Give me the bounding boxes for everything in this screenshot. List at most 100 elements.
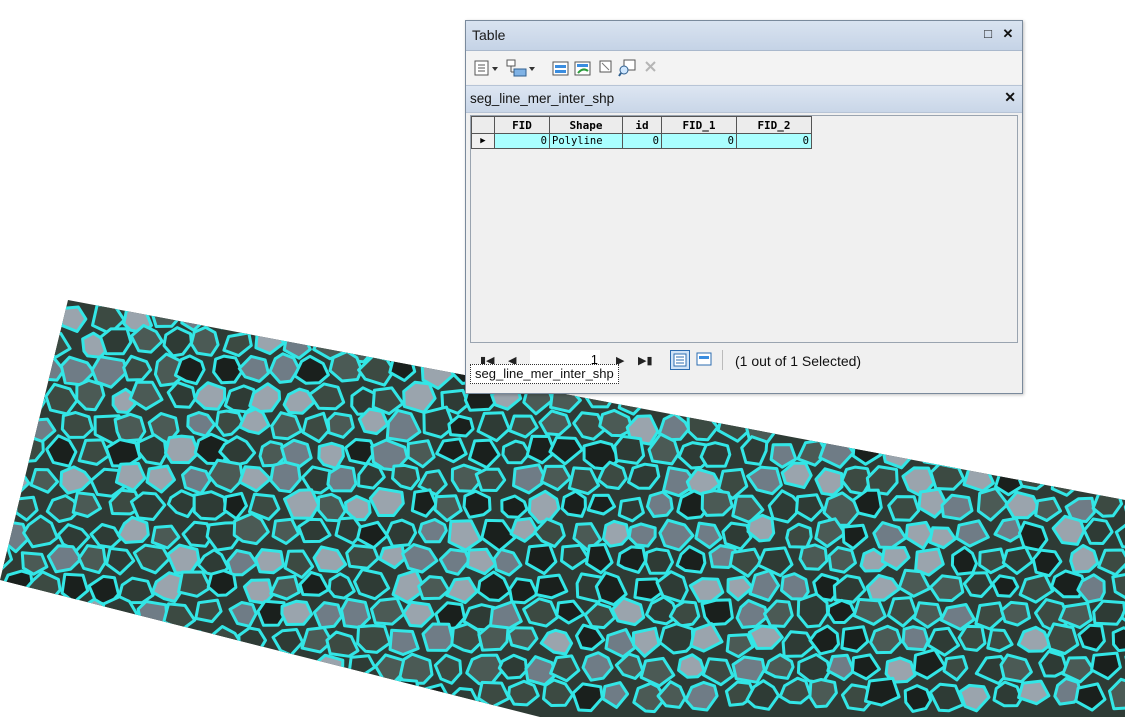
attribute-grid[interactable]: FID Shape id FID_1 FID_2 ▶ 0 Polyline 0 … — [470, 115, 1018, 343]
segment-cell — [212, 354, 244, 385]
segment-cell — [30, 681, 65, 710]
segment-cell — [13, 385, 46, 416]
segment-cell — [43, 300, 73, 305]
close-icon[interactable]: ✕ — [1000, 26, 1016, 42]
segment-cell — [379, 300, 409, 304]
column-header-id[interactable]: id — [622, 116, 662, 134]
row-selector-header — [471, 116, 495, 134]
table-window[interactable]: Table □ ✕ seg_line_mer_inter_shp ✕ FID S… — [465, 20, 1023, 394]
column-header-fid[interactable]: FID — [494, 116, 550, 134]
last-record-icon[interactable]: ▶▮ — [638, 354, 653, 367]
row-pointer-icon[interactable]: ▶ — [471, 133, 495, 149]
segment-cell — [929, 462, 966, 491]
segment-cell — [214, 680, 243, 708]
segment-cell — [9, 594, 46, 625]
segment-cell — [451, 687, 479, 711]
segment-cell — [192, 300, 223, 307]
table-row[interactable]: ▶ 0 Polyline 0 0 0 — [471, 133, 812, 149]
segment-cell — [1076, 408, 1107, 437]
segment-cell — [119, 676, 153, 705]
segment-cell — [1049, 306, 1082, 333]
table-tab-header[interactable]: seg_line_mer_inter_shp ✕ — [466, 85, 1022, 113]
segment-cell — [256, 599, 286, 627]
table-tab-title: seg_line_mer_inter_shp — [470, 91, 615, 106]
related-tables-icon[interactable] — [506, 59, 536, 77]
segment-cell — [421, 622, 455, 652]
segment-cell — [33, 303, 64, 332]
segment-cell — [1035, 437, 1068, 462]
zoom-to-selected-icon[interactable] — [618, 59, 636, 77]
segment-cell — [367, 326, 402, 359]
segment-cell — [29, 629, 64, 660]
segment-cell — [189, 325, 220, 357]
segment-cell — [1000, 436, 1032, 463]
cell-fid[interactable]: 0 — [494, 133, 550, 149]
clear-selection-icon[interactable] — [598, 59, 614, 77]
segment-cell — [644, 547, 674, 575]
show-selected-records-icon[interactable] — [696, 352, 712, 366]
segment-cell — [220, 300, 255, 303]
segment-cell — [107, 300, 142, 307]
segment-cell — [152, 686, 183, 713]
segment-cell — [388, 628, 420, 656]
segment-cell — [784, 412, 810, 436]
segment-cell — [1037, 300, 1067, 308]
segment-cell — [294, 302, 328, 332]
segment-cell — [901, 625, 930, 652]
segment-cell — [139, 300, 172, 302]
segment-cell — [474, 467, 507, 492]
cell-fid-2[interactable]: 0 — [736, 133, 812, 149]
segment-cell — [957, 624, 987, 652]
column-header-shape[interactable]: Shape — [549, 116, 623, 134]
segment-cell — [1111, 626, 1125, 653]
segment-cell — [16, 653, 52, 686]
segment-cell — [903, 413, 931, 442]
segment-cell — [104, 438, 142, 468]
segment-cell — [385, 678, 421, 711]
segment-cell — [796, 592, 830, 629]
segment-cell — [3, 359, 31, 384]
segment-cell — [1097, 300, 1125, 302]
segment-cell — [1015, 458, 1052, 491]
segment-cell — [385, 518, 418, 548]
segment-cell — [601, 519, 631, 548]
segment-cell — [477, 624, 510, 652]
switch-selection-icon[interactable] — [574, 59, 592, 77]
cell-shape[interactable]: Polyline — [549, 133, 623, 149]
column-header-fid-2[interactable]: FID_2 — [736, 116, 812, 134]
select-by-attributes-icon[interactable] — [552, 59, 570, 77]
segment-cell — [1000, 600, 1031, 627]
delete-selected-icon[interactable] — [644, 59, 658, 77]
close-icon[interactable]: ✕ — [1004, 89, 1016, 106]
segment-cell — [44, 652, 79, 685]
attribute-table[interactable]: FID Shape id FID_1 FID_2 ▶ 0 Polyline 0 … — [471, 116, 812, 149]
segment-cell — [168, 300, 201, 307]
column-header-fid-1[interactable]: FID_1 — [661, 116, 737, 134]
cell-id[interactable]: 0 — [622, 133, 662, 149]
segment-cell — [13, 435, 45, 464]
segment-cell — [1074, 352, 1109, 380]
segment-cell — [903, 684, 933, 713]
nav-separator — [722, 350, 723, 370]
restore-window-icon[interactable]: □ — [980, 26, 996, 42]
segment-cell — [0, 408, 31, 444]
segment-cell — [233, 301, 270, 328]
segment-cell — [1060, 442, 1097, 471]
cell-fid-1[interactable]: 0 — [661, 133, 737, 149]
show-all-records-icon[interactable] — [670, 350, 690, 370]
segment-cell — [428, 300, 461, 303]
title-bar[interactable]: Table □ ✕ — [466, 21, 1022, 51]
segment-cell — [180, 629, 210, 654]
segment-cell — [407, 300, 437, 306]
segment-cell — [206, 569, 238, 597]
segment-cell — [317, 441, 345, 470]
table-options-icon[interactable] — [474, 59, 500, 77]
segment-cell — [271, 685, 302, 712]
segment-cell — [812, 412, 842, 438]
segment-cell — [56, 624, 91, 653]
table-bottom-tab[interactable]: seg_line_mer_inter_shp — [470, 364, 619, 384]
segment-cell — [242, 578, 274, 605]
segment-cell — [1062, 300, 1094, 302]
segment-cell — [389, 306, 423, 335]
segment-cell — [331, 678, 364, 706]
